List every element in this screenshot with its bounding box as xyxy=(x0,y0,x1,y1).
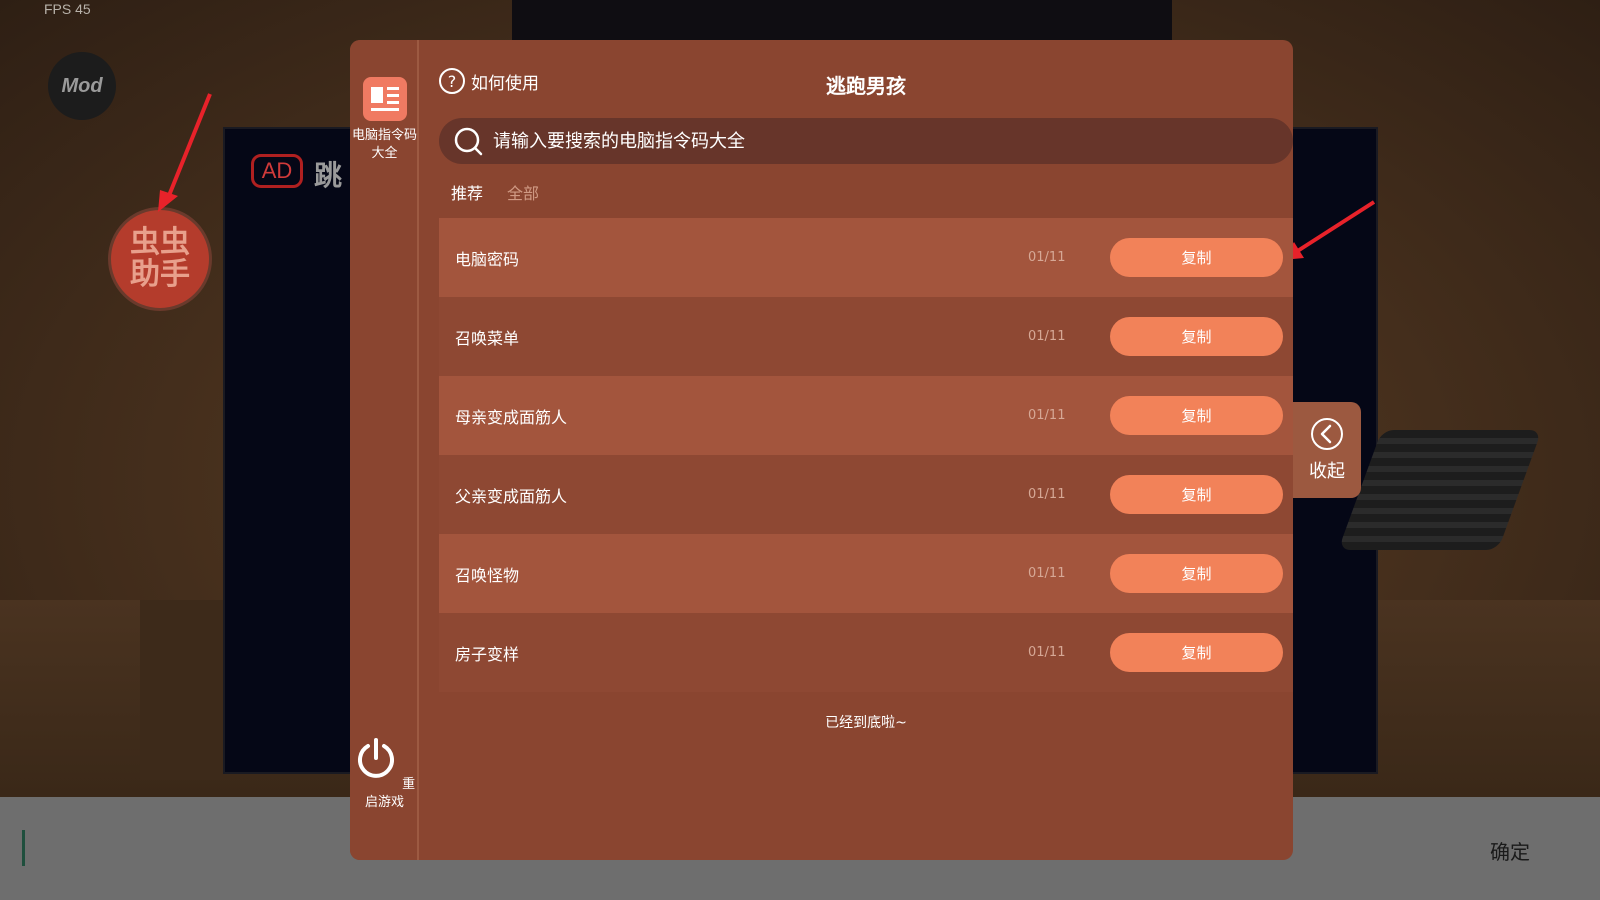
item-label: 电脑密码 xyxy=(455,249,520,269)
copy-button[interactable]: 复制 xyxy=(1110,475,1283,514)
list-item: 房子变样 01/11 复制 xyxy=(439,613,1293,692)
copy-button[interactable]: 复制 xyxy=(1110,317,1283,356)
copy-button[interactable]: 复制 xyxy=(1110,633,1283,672)
item-label: 父亲变成面筋人 xyxy=(455,486,568,506)
background-desk-leg xyxy=(140,600,230,780)
item-date: 01/11 xyxy=(1028,487,1066,502)
panel-content: ? 如何使用 逃跑男孩 推荐 全部 电脑密码 01/11 复制 召唤菜单 01/… xyxy=(439,40,1293,860)
page-title: 逃跑男孩 xyxy=(826,74,906,98)
rail-item-restart[interactable]: 重启游戏 xyxy=(350,736,419,812)
commands-icon xyxy=(362,77,407,121)
item-label: 母亲变成面筋人 xyxy=(455,407,568,427)
fps-counter: FPS 45 xyxy=(44,1,91,17)
list-item: 召唤怪物 01/11 复制 xyxy=(439,534,1293,613)
list-item: 召唤菜单 01/11 复制 xyxy=(439,297,1293,376)
list-item: 母亲变成面筋人 01/11 复制 xyxy=(439,376,1293,455)
copy-button[interactable]: 复制 xyxy=(1110,238,1283,277)
power-icon xyxy=(357,738,394,778)
search-input[interactable] xyxy=(493,130,1193,152)
collapse-label: 收起 xyxy=(1309,461,1345,482)
filter-tabs: 推荐 全部 xyxy=(451,180,539,204)
tab-all[interactable]: 全部 xyxy=(507,180,539,204)
item-date: 01/11 xyxy=(1028,408,1066,423)
search-bar[interactable] xyxy=(439,118,1293,164)
cheat-codes-panel: 电脑指令码大全 重启游戏 ? 如何使用 逃跑男孩 推荐 全部 xyxy=(350,40,1293,860)
rail-item-commands[interactable]: 电脑指令码大全 xyxy=(350,77,419,163)
ad-text: 跳 xyxy=(314,159,343,192)
list-end-text: 已经到底啦~ xyxy=(825,715,907,731)
copy-button[interactable]: 复制 xyxy=(1110,554,1283,593)
rail-item-commands-label: 电脑指令码大全 xyxy=(351,128,417,161)
tab-recommended[interactable]: 推荐 xyxy=(451,180,483,204)
list-item: 父亲变成面筋人 01/11 复制 xyxy=(439,455,1293,534)
side-rail: 电脑指令码大全 重启游戏 xyxy=(350,40,419,860)
item-label: 房子变样 xyxy=(455,644,520,664)
item-label: 召唤怪物 xyxy=(455,565,520,585)
confirm-button[interactable]: 确定 xyxy=(1490,836,1530,865)
search-icon xyxy=(454,127,483,156)
item-label: 召唤菜单 xyxy=(455,328,520,348)
command-list: 电脑密码 01/11 复制 召唤菜单 01/11 复制 母亲变成面筋人 01/1… xyxy=(439,218,1293,692)
item-date: 01/11 xyxy=(1028,645,1066,660)
chevron-left-icon xyxy=(1311,418,1343,450)
rail-item-restart-label: 重启游戏 xyxy=(364,777,416,810)
copy-button[interactable]: 复制 xyxy=(1110,396,1283,435)
item-date: 01/11 xyxy=(1028,566,1066,581)
item-date: 01/11 xyxy=(1028,250,1066,265)
item-date: 01/11 xyxy=(1028,329,1066,344)
collapse-button[interactable]: 收起 xyxy=(1293,402,1361,498)
helper-ball-label: 虫虫 助手 xyxy=(130,225,190,292)
text-cursor xyxy=(22,830,25,866)
helper-floating-button[interactable]: 虫虫 助手 xyxy=(108,207,212,311)
mod-logo[interactable]: Mod xyxy=(48,52,116,120)
list-item: 电脑密码 01/11 复制 xyxy=(439,218,1293,297)
ad-badge: AD xyxy=(251,154,303,188)
